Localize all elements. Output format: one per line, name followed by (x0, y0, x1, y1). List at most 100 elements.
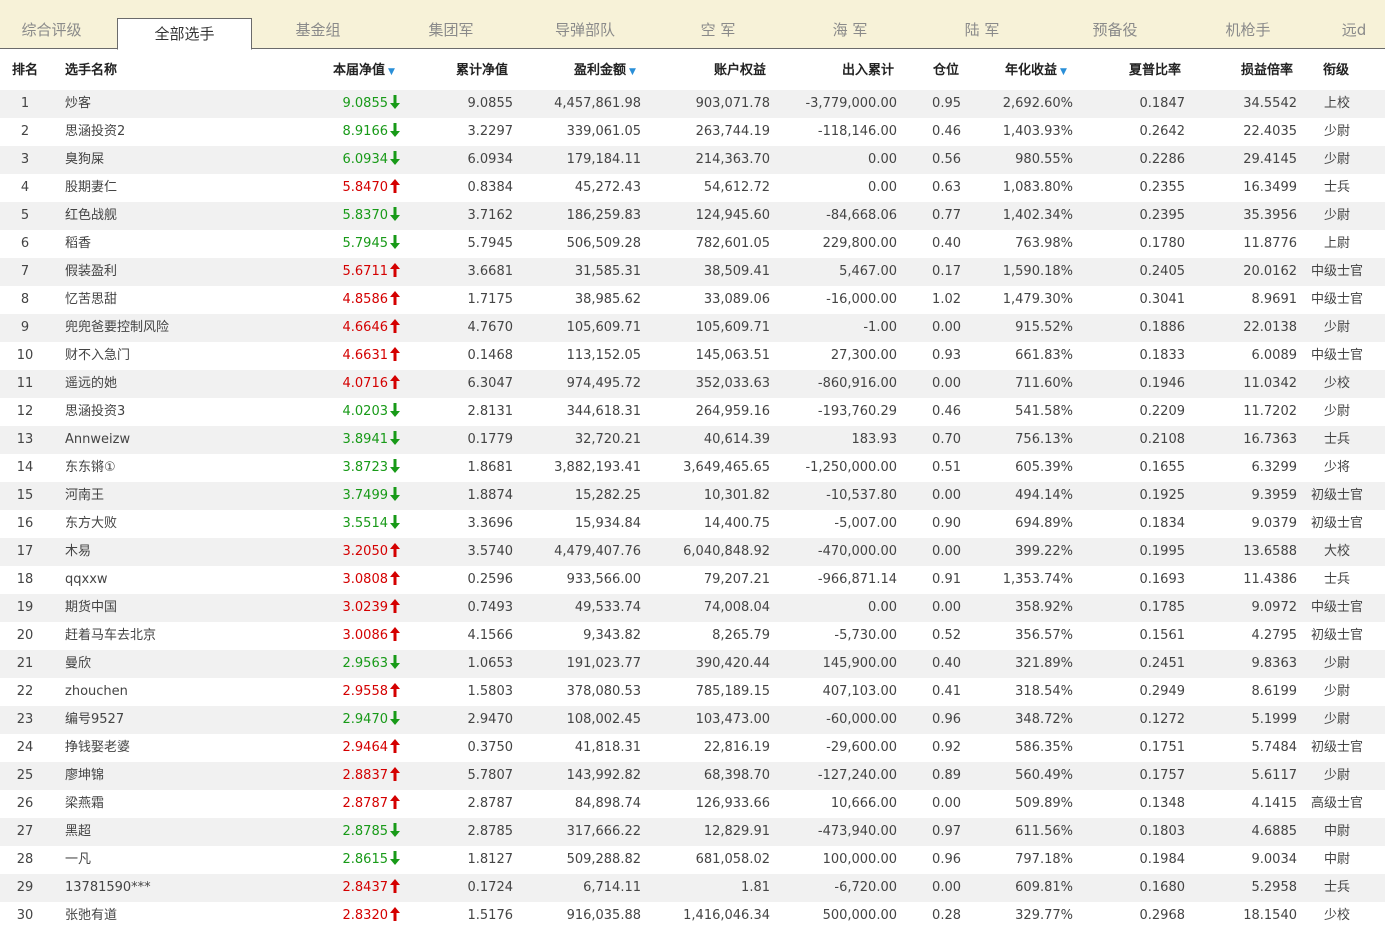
profit-cell: 143,992.82 (566, 768, 641, 783)
player-name-link[interactable]: 东东锵① (65, 454, 295, 482)
rank-cell: 20 (16, 628, 34, 643)
tab-machine-gunner[interactable]: 机枪手 (1182, 8, 1314, 49)
inout-cell: -118,146.00 (817, 124, 897, 139)
inout-cell: -29,600.00 (826, 740, 897, 755)
header-pl-ratio[interactable]: 损益倍率 (1241, 49, 1293, 90)
tab-missile-force[interactable]: 导弹部队 (518, 8, 652, 49)
arrow-down-icon (390, 456, 400, 473)
player-name-link[interactable]: 编号9527 (65, 706, 295, 734)
tab-all-players[interactable]: 全部选手 (117, 18, 252, 50)
nav-cell: 5.8370 (300, 202, 400, 230)
equity-cell: 681,058.02 (695, 852, 770, 867)
player-name-link[interactable]: 稻香 (65, 230, 295, 258)
rank-cell: 29 (16, 880, 34, 895)
cum-nav-cell: 1.5803 (467, 684, 514, 699)
tab-fund-group[interactable]: 基金组 (252, 8, 384, 49)
tab-army[interactable]: 陆 军 (916, 8, 1048, 49)
nav-value: 4.6646 (342, 320, 389, 335)
rank-title-cell: 少将 (1323, 460, 1350, 475)
sharpe-cell: 0.1680 (1139, 880, 1186, 895)
profit-cell: 3,882,193.41 (554, 460, 641, 475)
annual-return-cell: 509.89% (1015, 796, 1073, 811)
player-name-link[interactable]: Annweizw (65, 426, 295, 454)
rank-cell: 18 (16, 572, 34, 587)
header-equity[interactable]: 账户权益 (714, 49, 766, 90)
equity-cell: 126,933.66 (695, 796, 770, 811)
rank-title-cell: 少尉 (1323, 208, 1350, 223)
nav-value: 2.9470 (342, 712, 389, 727)
equity-cell: 1,416,046.34 (683, 908, 770, 923)
cum-nav-cell: 0.1779 (467, 432, 514, 447)
player-name-link[interactable]: 假装盈利 (65, 258, 295, 286)
player-name-link[interactable]: 忆苦思甜 (65, 286, 295, 314)
pl-ratio-cell: 6.3299 (1251, 460, 1298, 475)
player-name-link[interactable]: qqxxw (65, 566, 295, 594)
rank-cell: 3 (20, 152, 30, 167)
header-profit-label: 盈利金额 (574, 63, 627, 78)
player-name-link[interactable]: 13781590*** (65, 874, 295, 902)
player-name-link[interactable]: 河南王 (65, 482, 295, 510)
tab-rating[interactable]: 综合评级 (0, 8, 103, 49)
profit-cell: 974,495.72 (566, 376, 641, 391)
nav-cell: 2.9563 (300, 650, 400, 678)
arrow-up-icon (390, 260, 400, 277)
arrow-down-icon (390, 652, 400, 669)
player-name-link[interactable]: 思涵投资3 (65, 398, 295, 426)
rank-cell: 11 (16, 376, 34, 391)
tab-more[interactable]: 远d (1314, 8, 1385, 49)
player-name-link[interactable]: 红色战舰 (65, 202, 295, 230)
pl-ratio-cell: 16.7363 (1243, 432, 1297, 447)
player-name-link[interactable]: 一凡 (65, 846, 295, 874)
position-cell: 0.96 (932, 712, 961, 727)
player-name-link[interactable]: 黑超 (65, 818, 295, 846)
arrow-up-icon (390, 764, 400, 781)
header-sharpe[interactable]: 夏普比率 (1129, 49, 1181, 90)
equity-cell: 33,089.06 (703, 292, 770, 307)
header-name[interactable]: 选手名称 (65, 49, 117, 90)
tab-navy[interactable]: 海 军 (784, 8, 916, 49)
player-name-link[interactable]: 曼欣 (65, 650, 295, 678)
player-name-link[interactable]: 木易 (65, 538, 295, 566)
header-rank[interactable]: 排名 (12, 49, 38, 90)
player-name-link[interactable]: 股期妻仁 (65, 174, 295, 202)
player-name-link[interactable]: 遥远的她 (65, 370, 295, 398)
table-row: 20 赶着马车去北京 3.0086 4.1566 9,343.82 8,265.79 -5,… (0, 622, 1385, 650)
tab-group-army[interactable]: 集团军 (384, 8, 518, 49)
nav-cell: 3.0239 (300, 594, 400, 622)
rank-title-cell: 初级士官 (1310, 516, 1363, 531)
player-name-link[interactable]: 东方大败 (65, 510, 295, 538)
header-inout[interactable]: 出入累计 (842, 49, 894, 90)
sharpe-cell: 0.1834 (1139, 516, 1186, 531)
header-profit[interactable]: 盈利金额 ▼ (574, 49, 636, 90)
player-name-link[interactable]: 张弛有道 (65, 902, 295, 930)
pl-ratio-cell: 9.0379 (1251, 516, 1298, 531)
sharpe-cell: 0.2968 (1139, 908, 1186, 923)
player-name-link[interactable]: 挣钱娶老婆 (65, 734, 295, 762)
player-name-link[interactable]: 梁燕霜 (65, 790, 295, 818)
player-name-link[interactable]: zhouchen (65, 678, 295, 706)
nav-cell: 3.7499 (300, 482, 400, 510)
player-name-link[interactable]: 期货中国 (65, 594, 295, 622)
player-name-link[interactable]: 廖坤锦 (65, 762, 295, 790)
position-cell: 0.51 (932, 460, 961, 475)
header-title[interactable]: 衔级 (1323, 49, 1349, 90)
player-name-link[interactable]: 炒客 (65, 90, 295, 118)
arrow-down-icon (390, 92, 400, 109)
player-name-link[interactable]: 赶着马车去北京 (65, 622, 295, 650)
tab-air-force[interactable]: 空 军 (652, 8, 784, 49)
nav-value: 2.8320 (342, 908, 389, 923)
player-name-link[interactable]: 财不入急门 (65, 342, 295, 370)
rank-cell: 28 (16, 852, 34, 867)
player-name-link[interactable]: 兜兜爸要控制风险 (65, 314, 295, 342)
header-annual[interactable]: 年化收益 ▼ (1005, 49, 1067, 90)
player-name-link[interactable]: 臭狗屎 (65, 146, 295, 174)
arrow-up-icon (390, 176, 400, 193)
position-cell: 0.63 (932, 180, 961, 195)
nav-value: 4.0716 (342, 376, 389, 391)
player-name-link[interactable]: 思涵投资2 (65, 118, 295, 146)
tab-reserve[interactable]: 预备役 (1048, 8, 1182, 49)
table-row: 1 炒客 9.0855 9.0855 4,457,861.98 903,071.78 -3,… (0, 90, 1385, 118)
header-nav[interactable]: 本届净值 ▼ (333, 49, 395, 90)
header-position[interactable]: 仓位 (933, 49, 959, 90)
header-cum-nav[interactable]: 累计净值 (456, 49, 508, 90)
